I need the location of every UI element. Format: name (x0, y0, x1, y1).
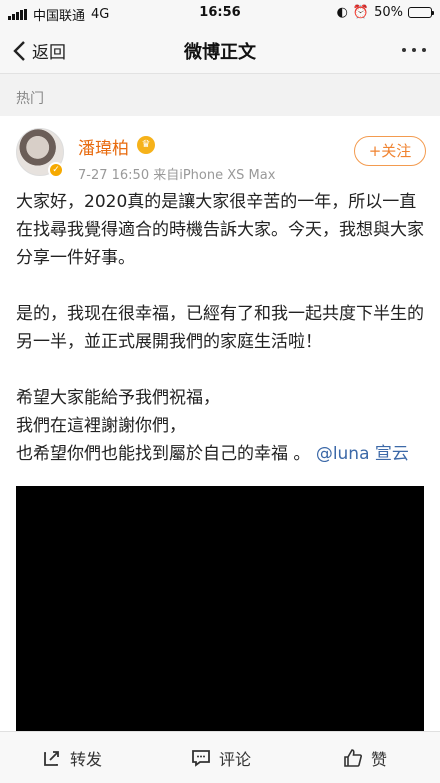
navigation-bar: 返回 微博正文 (0, 26, 440, 74)
post-body: 大家好，2020真的是讓大家很辛苦的一年，所以一直在找尋我覺得適合的時機告訴大家… (16, 188, 424, 468)
post-paragraph: 大家好，2020真的是讓大家很辛苦的一年，所以一直在找尋我覺得適合的時機告訴大家… (16, 192, 424, 268)
comment-label: 评论 (219, 750, 252, 769)
page-title: 微博正文 (184, 42, 256, 63)
section-label: 热门 (0, 74, 440, 116)
more-dot-icon (422, 48, 426, 52)
comment-icon (192, 750, 210, 767)
more-options-button[interactable] (402, 48, 426, 52)
post-line: 希望大家能給予我們祝福， (16, 388, 220, 408)
post-meta: 7-27 16:50 来自iPhone XS Max (78, 168, 276, 183)
mention-link[interactable]: @luna 宣云 (316, 444, 409, 464)
status-right: ◐ ⏰ 50% (336, 5, 434, 20)
share-icon (44, 751, 59, 766)
bottom-action-bar: 转发 评论 赞 (0, 731, 440, 783)
video-player[interactable] (16, 486, 424, 731)
verified-badge-icon: ✓ (48, 162, 64, 178)
member-crown-icon: ♛ (137, 136, 155, 154)
post-line: 我們在這裡謝謝你們， (16, 416, 186, 436)
follow-button[interactable]: +关注 (354, 136, 426, 166)
more-dot-icon (412, 48, 416, 52)
repost-button[interactable]: 转发 (42, 746, 102, 770)
status-bar: 中国联通 4G 16:56 ◐ ⏰ 50% (0, 0, 440, 26)
comment-button[interactable]: 评论 (191, 746, 251, 770)
battery-label: 50% (374, 5, 403, 20)
post-card: ✓ 潘瑋柏 ♛ 7-27 16:50 来自iPhone XS Max +关注 大… (0, 116, 440, 731)
user-name[interactable]: 潘瑋柏 (78, 134, 129, 159)
battery-icon (408, 7, 434, 18)
post-paragraph: 希望大家能給予我們祝福， 我們在這裡謝謝你們， 也希望你們也能找到屬於自己的幸福… (16, 384, 424, 468)
alarm-icon: ⏰ (352, 5, 370, 20)
like-button[interactable]: 赞 (343, 746, 387, 770)
post-paragraph: 是的，我现在很幸福，已經有了和我一起共度下半生的另一半，並正式展開我們的家庭生活… (16, 304, 424, 352)
more-dot-icon (402, 48, 406, 52)
thumbs-up-icon (344, 749, 362, 767)
like-label: 赞 (371, 750, 388, 769)
lock-rotation-icon: ◐ (336, 5, 348, 20)
post-line: 也希望你們也能找到屬於自己的幸福 。 (16, 444, 311, 464)
repost-label: 转发 (70, 750, 103, 769)
